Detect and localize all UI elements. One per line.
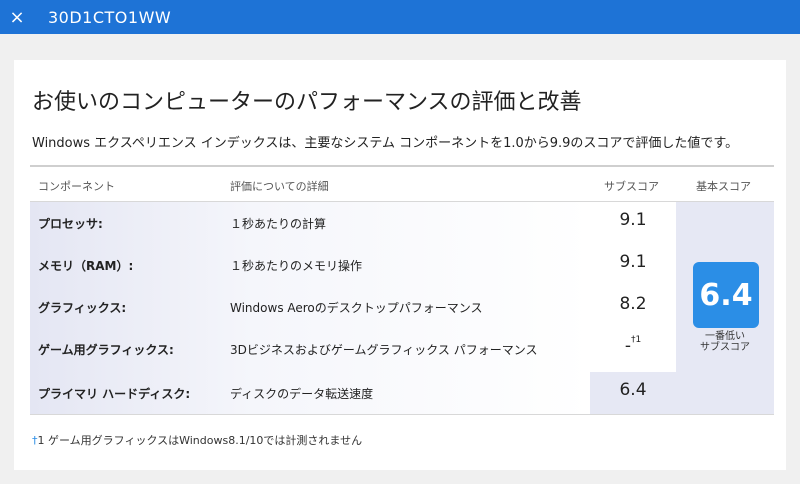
row-label: プライマリ ハードディスク: bbox=[38, 387, 191, 401]
row-label: メモリ（RAM）: bbox=[38, 259, 134, 273]
row-detail: １秒あたりの計算 bbox=[230, 217, 327, 231]
table-row-harddisk: プライマリ ハードディスク: ディスクのデータ転送速度 6.4 bbox=[30, 372, 774, 414]
row-subscore: 9.1 bbox=[619, 252, 647, 272]
page-description: Windows エクスペリエンス インデックスは、主要なシステム コンポーネント… bbox=[32, 136, 739, 151]
footnote-text: 1 ゲーム用グラフィックスはWindows8.1/10では計測されません bbox=[37, 434, 363, 447]
header-subscore: サブスコア bbox=[604, 180, 659, 193]
row-subscore: -†1 bbox=[624, 335, 642, 356]
table-bottom-border bbox=[30, 414, 774, 415]
table-body: プロセッサ: １秒あたりの計算 9.1 メモリ（RAM）: １秒あたりのメモリ操… bbox=[30, 202, 774, 415]
page-title: お使いのコンピューターのパフォーマンスの評価と改善 bbox=[32, 90, 582, 115]
title-bar: × 30D1CTO1WW bbox=[0, 0, 800, 34]
footnote-marker: †1 bbox=[630, 335, 642, 345]
row-detail: ディスクのデータ転送速度 bbox=[230, 387, 374, 401]
header-details: 評価についての詳細 bbox=[230, 180, 329, 193]
table-row-memory: メモリ（RAM）: １秒あたりのメモリ操作 9.1 bbox=[30, 244, 774, 286]
performance-card: お使いのコンピューターのパフォーマンスの評価と改善 Windows エクスペリエ… bbox=[14, 60, 786, 470]
row-subscore: 6.4 bbox=[619, 380, 647, 400]
base-score-caption: 一番低い サブスコア bbox=[700, 331, 750, 353]
header-basescore: 基本スコア bbox=[696, 180, 751, 193]
table-row-graphics: グラフィックス: Windows Aeroのデスクトップパフォーマンス 8.2 bbox=[30, 286, 774, 328]
table-row-gaming-graphics: ゲーム用グラフィックス: 3Dビジネスおよびゲームグラフィックス パフォーマンス… bbox=[30, 328, 774, 370]
row-detail: 3Dビジネスおよびゲームグラフィックス パフォーマンス bbox=[230, 343, 538, 357]
base-score-badge: 6.4 bbox=[693, 262, 759, 328]
score-table: コンポーネント 評価についての詳細 サブスコア 基本スコア プロセッサ: １秒あ… bbox=[30, 165, 774, 415]
row-subscore: 9.1 bbox=[619, 210, 647, 230]
table-header: コンポーネント 評価についての詳細 サブスコア 基本スコア bbox=[30, 165, 774, 202]
row-detail: １秒あたりのメモリ操作 bbox=[230, 259, 363, 273]
row-subscore: 8.2 bbox=[619, 294, 647, 314]
header-component: コンポーネント bbox=[38, 180, 115, 193]
table-row-processor: プロセッサ: １秒あたりの計算 9.1 bbox=[30, 202, 774, 244]
window-title: 30D1CTO1WW bbox=[48, 7, 172, 27]
row-label: グラフィックス: bbox=[38, 301, 127, 315]
footnote: †1 ゲーム用グラフィックスはWindows8.1/10では計測されません bbox=[32, 432, 362, 448]
row-detail: Windows Aeroのデスクトップパフォーマンス bbox=[230, 301, 483, 315]
row-label: プロセッサ: bbox=[38, 217, 103, 231]
row-label: ゲーム用グラフィックス: bbox=[38, 343, 174, 357]
close-icon[interactable]: × bbox=[0, 0, 34, 34]
